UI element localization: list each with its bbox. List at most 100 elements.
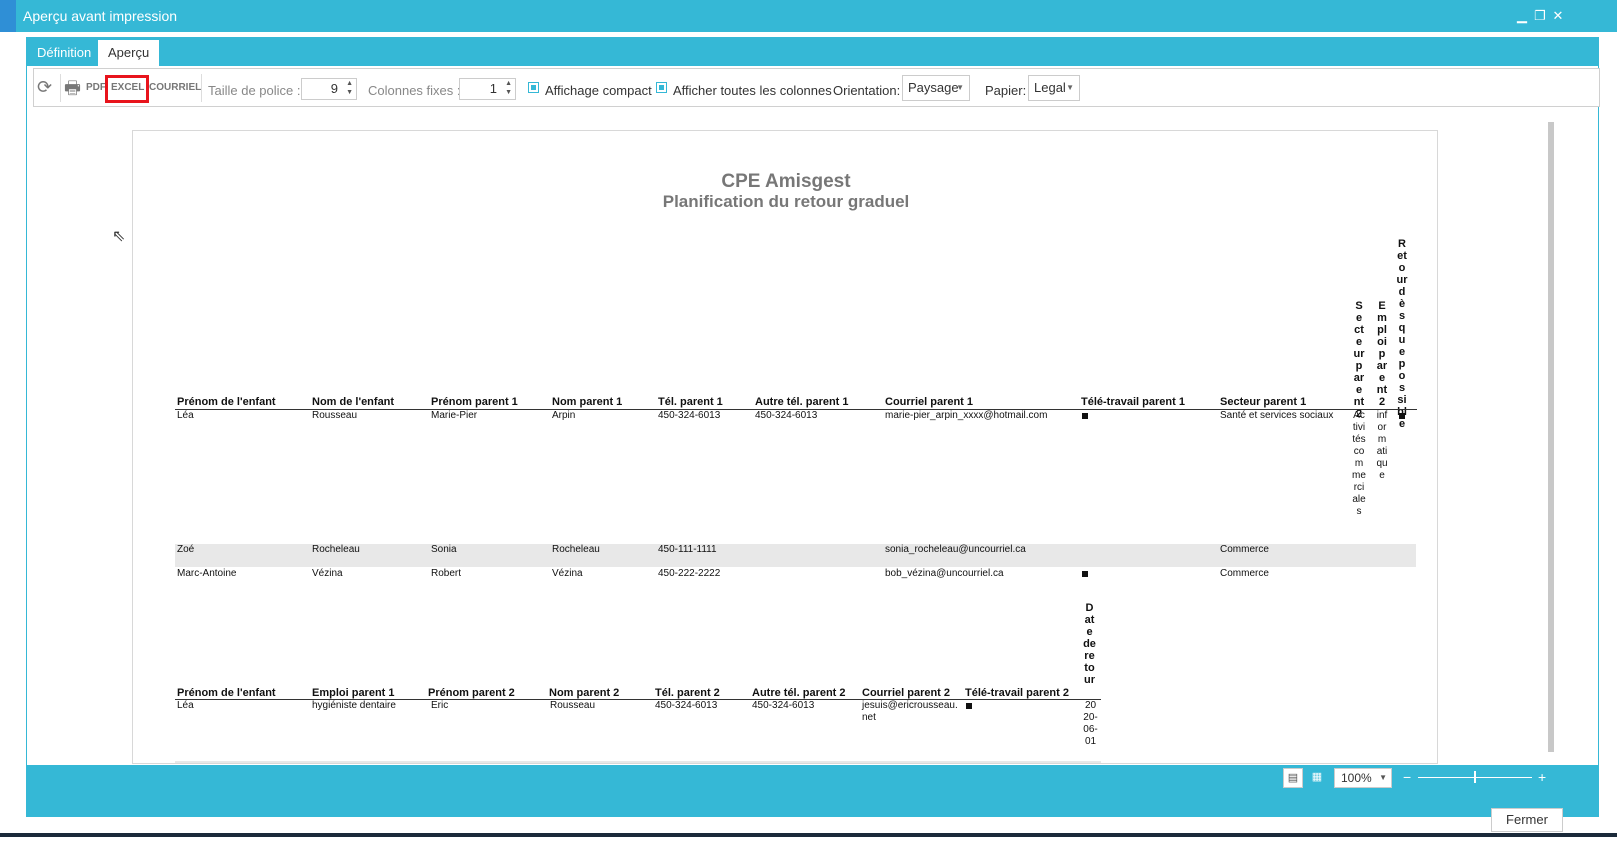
col-header: Prénom parent 2 — [428, 687, 515, 699]
orientation-label: Orientation: — [833, 83, 901, 98]
fixed-cols-spinner[interactable]: 1 ▲ ▼ — [459, 78, 516, 100]
col-header-vertical: Emploi parent 2 — [1376, 300, 1388, 408]
table-cell: Vézina — [552, 568, 583, 579]
all-cols-label: Afficher toutes les colonnes — [673, 83, 832, 98]
table-cell: bob_vézina@uncourriel.ca — [885, 568, 1004, 579]
secteur-parent2-cell: Activités commerciales — [1352, 410, 1366, 517]
col-header: Télé-travail parent 2 — [965, 687, 1069, 699]
table-cell: Rousseau — [550, 700, 596, 711]
spinner-arrows-icon[interactable]: ▲ ▼ — [505, 79, 512, 97]
table-cell: Arpin — [552, 410, 576, 421]
vertical-scrollbar[interactable] — [1546, 112, 1558, 762]
retour-marker — [1399, 413, 1405, 419]
col-header: Nom parent 2 — [549, 687, 620, 699]
zoom-select[interactable]: 100% ▼ — [1334, 768, 1392, 788]
table-cell: 450-222-2222 — [658, 568, 721, 579]
spinner-arrows-icon[interactable]: ▲ ▼ — [346, 79, 353, 97]
restore-icon[interactable]: ❐ — [1533, 8, 1547, 24]
separator — [60, 74, 61, 102]
table-cell: Robert — [431, 568, 462, 579]
paper-label: Papier: — [985, 83, 1027, 98]
excel-highlight — [105, 75, 149, 103]
telework-marker — [966, 703, 972, 709]
scrollbar-thumb[interactable] — [1548, 122, 1554, 752]
col-header-vertical: Date de retour — [1083, 602, 1096, 686]
table-cell: marie-pier_arpin_xxxx@hotmail.com — [885, 410, 1048, 421]
chevron-down-icon: ▼ — [1379, 773, 1387, 782]
col-header: Télé-travail parent 1 — [1081, 396, 1185, 408]
fixed-cols-value: 1 — [489, 81, 497, 96]
col-header: Autre tél. parent 1 — [755, 396, 849, 408]
minimize-icon[interactable]: ▁ — [1515, 8, 1529, 24]
zoom-value: 100% — [1341, 771, 1372, 785]
zoom-out-icon[interactable]: − — [1403, 769, 1411, 785]
paper-value: Legal — [1034, 80, 1066, 95]
table-cell: Vézina — [312, 568, 343, 579]
mouse-cursor-icon: ⇖ — [112, 228, 126, 245]
table-cell: Commerce — [1220, 568, 1269, 579]
col-header: Prénom parent 1 — [431, 396, 518, 408]
table-cell: Rousseau — [312, 410, 358, 421]
zoom-in-icon[interactable]: + — [1538, 769, 1546, 785]
printer-icon[interactable]: 🖶 — [64, 76, 81, 106]
col-header-vertical: Secteur parent 2 — [1353, 300, 1365, 420]
col-header: Nom parent 1 — [552, 396, 623, 408]
row-shading — [175, 761, 1101, 763]
window-title: Aperçu avant impression — [23, 8, 178, 24]
table-cell: Commerce — [1220, 544, 1269, 555]
table-cell: Sonia — [431, 544, 457, 555]
table-cell: jesuis@ericrousseau.net — [862, 700, 958, 723]
compact-checkbox[interactable] — [528, 82, 539, 93]
pdf-button[interactable]: PDF — [86, 82, 106, 93]
table-cell: Santé et services sociaux — [1220, 410, 1334, 421]
font-size-label: Taille de police : — [208, 83, 301, 98]
table-cell: Eric — [431, 700, 449, 711]
tab-definition[interactable]: Définition — [27, 40, 101, 66]
table-cell: Zoé — [177, 544, 195, 555]
col-header: Tél. parent 2 — [655, 687, 720, 699]
report-page: CPE Amisgest Planification du retour gra… — [132, 130, 1438, 764]
chevron-down-icon: ▼ — [1066, 83, 1074, 92]
all-cols-checkbox[interactable] — [656, 82, 667, 93]
col-header: Courriel parent 1 — [885, 396, 974, 408]
paper-select[interactable]: Legal ▼ — [1028, 75, 1080, 101]
col-header: Courriel parent 2 — [862, 687, 951, 699]
table-cell: Rocheleau — [552, 544, 600, 555]
table-cell: 450-324-6013 — [755, 410, 818, 421]
taskbar-strip — [0, 833, 1617, 837]
telework-marker — [1082, 413, 1088, 419]
table-cell: Léa — [177, 700, 194, 711]
close-icon[interactable]: ✕ — [1551, 8, 1565, 24]
font-size-value: 9 — [330, 81, 338, 96]
table-cell: 450-324-6013 — [752, 700, 815, 711]
col-header: Emploi parent 1 — [312, 687, 395, 699]
refresh-icon[interactable]: ⟳ — [37, 77, 52, 98]
date-retour-cell: 2020-06-01 — [1083, 700, 1098, 747]
font-size-spinner[interactable]: 9 ▲ ▼ — [301, 78, 357, 100]
col-header: Prénom de l'enfant — [177, 396, 276, 408]
single-page-view-icon[interactable]: ▤ — [1283, 768, 1303, 788]
separator — [201, 74, 202, 102]
multi-page-view-icon[interactable]: ▦ — [1307, 768, 1327, 788]
col-header: Nom de l'enfant — [312, 396, 395, 408]
close-button[interactable]: Fermer — [1491, 808, 1563, 832]
col-header: Autre tél. parent 2 — [752, 687, 846, 699]
col-header: Tél. parent 1 — [658, 396, 723, 408]
tab-apercu[interactable]: Aperçu — [98, 40, 160, 66]
table-cell: Marc-Antoine — [177, 568, 237, 579]
table-cell: 450-324-6013 — [655, 700, 718, 711]
window-titlebar: Aperçu avant impression ▁ ❐ ✕ — [0, 0, 1617, 32]
courriel-button[interactable]: COURRIEL — [149, 82, 201, 93]
table-cell: Rocheleau — [312, 544, 360, 555]
table-cell: 450-111-1111 — [658, 544, 717, 555]
titlebar-stub — [0, 0, 16, 32]
fixed-cols-label: Colonnes fixes : — [368, 83, 461, 98]
table-cell: Léa — [177, 410, 194, 421]
table-cell: Marie-Pier — [431, 410, 478, 421]
col-header-vertical: Retour dès que possible — [1396, 238, 1408, 430]
zoom-slider-handle[interactable] — [1474, 771, 1476, 783]
emploi-parent2-cell: informatique — [1376, 410, 1388, 481]
orientation-select[interactable]: Paysage ▼ — [902, 75, 970, 101]
chevron-down-icon: ▼ — [956, 83, 964, 92]
table-cell: hygiéniste dentaire — [312, 700, 396, 711]
